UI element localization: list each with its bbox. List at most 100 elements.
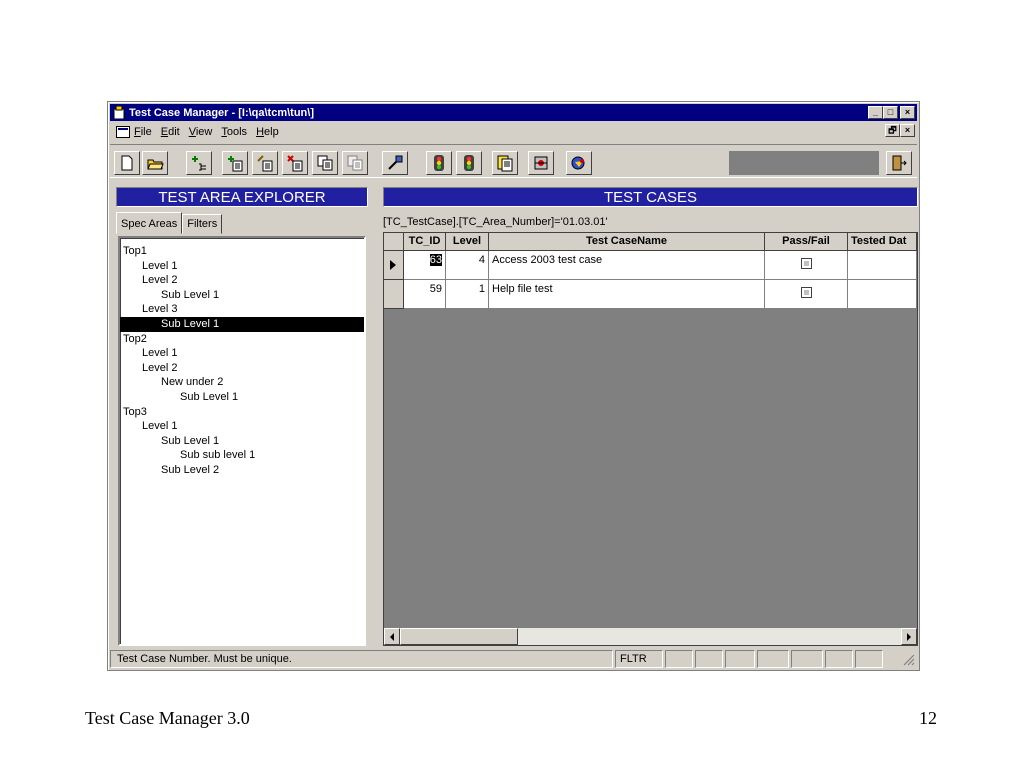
- menu-edit[interactable]: Edit: [161, 126, 180, 138]
- close-button[interactable]: ×: [900, 106, 915, 119]
- menu-file[interactable]: File: [134, 126, 152, 138]
- tree-item[interactable]: Sub Level 1: [120, 434, 364, 449]
- exit-door-icon: [892, 155, 907, 171]
- add-child-area-button[interactable]: [186, 151, 212, 175]
- tools-button[interactable]: [528, 151, 554, 175]
- link-button[interactable]: [382, 151, 408, 175]
- cell-pass-fail[interactable]: [765, 280, 848, 309]
- menu-tools[interactable]: Tools: [221, 126, 247, 138]
- report-icon: [497, 155, 513, 172]
- tree-item[interactable]: Level 2: [120, 361, 364, 376]
- pass-fail-checkbox[interactable]: [800, 287, 812, 298]
- tree-item[interactable]: Top3: [120, 405, 364, 420]
- scroll-left-arrow-icon: [390, 632, 394, 641]
- column-header-tc-id[interactable]: TC_ID: [404, 233, 446, 251]
- test-cases-header: TEST CASES: [383, 187, 918, 207]
- link-icon: [388, 155, 403, 170]
- menu-bar: File Edit View Tools Help 🗗 ×: [110, 122, 917, 141]
- grid-header: TC_ID Level Test CaseName Pass/Fail Test…: [384, 233, 917, 251]
- status-pane: [757, 650, 789, 668]
- mdi-close-button[interactable]: ×: [900, 124, 915, 137]
- scroll-thumb[interactable]: [400, 628, 518, 645]
- toolbar: [110, 144, 917, 178]
- horizontal-scrollbar[interactable]: [384, 628, 917, 645]
- status-pane: [725, 650, 755, 668]
- menu-view[interactable]: View: [189, 126, 213, 138]
- tree-item[interactable]: Top1: [120, 244, 364, 259]
- cell-tested-date[interactable]: [848, 280, 917, 309]
- edit-document-icon: [257, 155, 273, 172]
- scroll-left-button[interactable]: [384, 628, 400, 645]
- new-button[interactable]: [114, 151, 140, 175]
- table-row[interactable]: 59 1 Help file test: [384, 280, 917, 309]
- app-icon: [113, 105, 125, 120]
- app-window: Test Case Manager - [I:\qa\tcm\tun\] _ □…: [107, 101, 920, 671]
- scroll-right-button[interactable]: [901, 628, 917, 645]
- status-pane: [665, 650, 693, 668]
- copy-case-button[interactable]: [312, 151, 338, 175]
- cell-test-case-name[interactable]: Help file test: [489, 280, 765, 309]
- test-area-explorer-header: TEST AREA EXPLORER: [116, 187, 368, 207]
- tree-item[interactable]: Sub sub level 1: [120, 448, 364, 463]
- cell-test-case-name[interactable]: Access 2003 test case: [489, 251, 765, 280]
- spec-area-tree[interactable]: Top1 Level 1 Level 2 Sub Level 1 Level 3…: [118, 236, 366, 646]
- add-document-icon: [228, 156, 243, 172]
- tree-item[interactable]: New under 2: [120, 375, 364, 390]
- traffic-light-icon: [464, 155, 474, 171]
- cell-pass-fail[interactable]: [765, 251, 848, 280]
- open-button[interactable]: [142, 151, 168, 175]
- cell-tc-id[interactable]: 59: [404, 280, 446, 309]
- row-selector[interactable]: [384, 251, 404, 280]
- help-button[interactable]: [566, 151, 592, 175]
- explorer-tabs: Spec Areas Filters: [116, 212, 223, 234]
- delete-area-button[interactable]: [282, 151, 308, 175]
- tree-item[interactable]: Level 3: [120, 302, 364, 317]
- cell-level[interactable]: 1: [446, 280, 489, 309]
- toolbar-spacer: [729, 151, 879, 175]
- paste-case-button[interactable]: [342, 151, 368, 175]
- table-row[interactable]: 63 4 Access 2003 test case: [384, 251, 917, 280]
- tree-item[interactable]: Sub Level 2: [120, 463, 364, 478]
- filter-expression: [TC_TestCase].[TC_Area_Number]='01.03.01…: [383, 216, 608, 228]
- column-header-test-case-name[interactable]: Test CaseName: [489, 233, 765, 251]
- pass-fail-checkbox[interactable]: [800, 258, 812, 269]
- mdi-restore-button[interactable]: 🗗: [885, 124, 900, 137]
- tree-item-selected[interactable]: Sub Level 1: [120, 316, 364, 332]
- menu-help[interactable]: Help: [256, 126, 279, 138]
- tab-filters[interactable]: Filters: [182, 214, 223, 234]
- column-header-tested-date[interactable]: Tested Dat: [848, 233, 917, 251]
- delete-document-icon: [287, 155, 303, 172]
- traffic-light-icon: [434, 155, 444, 171]
- size-grip[interactable]: [885, 650, 917, 668]
- resize-grip-icon: [903, 654, 915, 666]
- signal-two-button[interactable]: [456, 151, 482, 175]
- title-bar[interactable]: Test Case Manager - [I:\qa\tcm\tun\] _ □…: [110, 104, 917, 121]
- cell-level[interactable]: 4: [446, 251, 489, 280]
- column-header-level[interactable]: Level: [446, 233, 489, 251]
- add-area-button[interactable]: [222, 151, 248, 175]
- tree-item[interactable]: Level 1: [120, 259, 364, 274]
- tab-spec-areas[interactable]: Spec Areas: [116, 212, 183, 234]
- minimize-button[interactable]: _: [868, 106, 883, 119]
- document-icon[interactable]: [116, 125, 130, 138]
- column-header-pass-fail[interactable]: Pass/Fail: [765, 233, 848, 251]
- status-pane: [825, 650, 853, 668]
- exit-button[interactable]: [886, 151, 912, 175]
- cell-tested-date[interactable]: [848, 251, 917, 280]
- tree-item[interactable]: Level 1: [120, 346, 364, 361]
- filter-indicator: FLTR: [615, 650, 663, 668]
- tree-item[interactable]: Level 1: [120, 419, 364, 434]
- report-button[interactable]: [492, 151, 518, 175]
- row-selector[interactable]: [384, 280, 404, 309]
- tree-item[interactable]: Top2: [120, 332, 364, 347]
- status-pane: [791, 650, 823, 668]
- tree-item[interactable]: Level 2: [120, 273, 364, 288]
- cell-tc-id[interactable]: 63: [404, 251, 446, 280]
- tree-item[interactable]: Sub Level 1: [120, 390, 364, 405]
- scroll-track[interactable]: [518, 628, 901, 645]
- tree-item[interactable]: Sub Level 1: [120, 288, 364, 303]
- maximize-button[interactable]: □: [883, 106, 898, 119]
- signal-one-button[interactable]: [426, 151, 452, 175]
- edit-area-button[interactable]: [252, 151, 278, 175]
- test-cases-grid[interactable]: TC_ID Level Test CaseName Pass/Fail Test…: [383, 232, 918, 646]
